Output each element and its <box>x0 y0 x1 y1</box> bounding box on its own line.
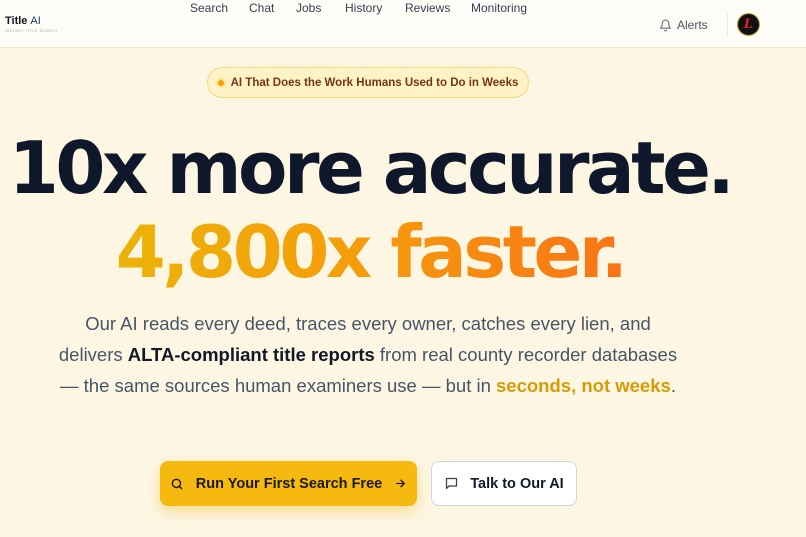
nav-item-monitoring[interactable]: Monitoring <box>471 0 527 16</box>
alerts-label: Alerts <box>677 18 708 32</box>
nav-item-chat[interactable]: Chat <box>249 0 274 16</box>
nav-item-history[interactable]: History <box>345 0 382 16</box>
description-part-3: . <box>670 375 676 396</box>
nav-item-search[interactable]: Search <box>190 0 228 16</box>
top-navigation-bar: Title AI INSTANT TITLE SEARCH Search Chat… <box>0 0 806 48</box>
badge-dot-icon <box>217 79 224 86</box>
description-strong: ALTA-compliant title reports <box>127 344 375 365</box>
hero-headline-gradient-text: 4,800x faster. <box>115 210 628 294</box>
nav-item-reviews[interactable]: Reviews <box>405 0 450 16</box>
bell-icon <box>659 19 672 32</box>
description-highlight: seconds, not weeks <box>496 375 671 396</box>
nav-item-jobs[interactable]: Jobs <box>296 0 321 16</box>
brand-logo[interactable]: Title AI INSTANT TITLE SEARCH <box>5 15 85 39</box>
hero-badge-text: AI That Does the Work Humans Used to Do … <box>230 76 519 89</box>
search-icon <box>170 477 184 491</box>
talk-to-ai-button[interactable]: Talk to Our AI <box>431 461 577 506</box>
hero-headline-secondary: 4,800x faster. <box>0 212 740 292</box>
hero-badge: AI That Does the Work Humans Used to Do … <box>207 67 529 98</box>
alerts-button[interactable]: Alerts <box>659 17 708 33</box>
hero-description: Our AI reads every deed, traces every ow… <box>55 308 681 401</box>
brand-tagline: INSTANT TITLE SEARCH <box>5 29 58 33</box>
brand-name: Title <box>5 15 28 27</box>
run-first-search-button[interactable]: Run Your First Search Free <box>160 461 417 506</box>
run-first-search-label: Run Your First Search Free <box>195 475 383 492</box>
brand-suffix: AI <box>30 15 41 27</box>
chat-bubble-icon <box>444 476 459 491</box>
user-avatar[interactable]: L <box>737 13 760 36</box>
header-divider <box>727 14 728 36</box>
hero-headline-primary: 10x more accurate. <box>8 126 735 210</box>
talk-to-ai-label: Talk to Our AI <box>470 475 564 492</box>
avatar-initial: L <box>743 17 754 32</box>
arrow-right-icon <box>394 477 407 490</box>
